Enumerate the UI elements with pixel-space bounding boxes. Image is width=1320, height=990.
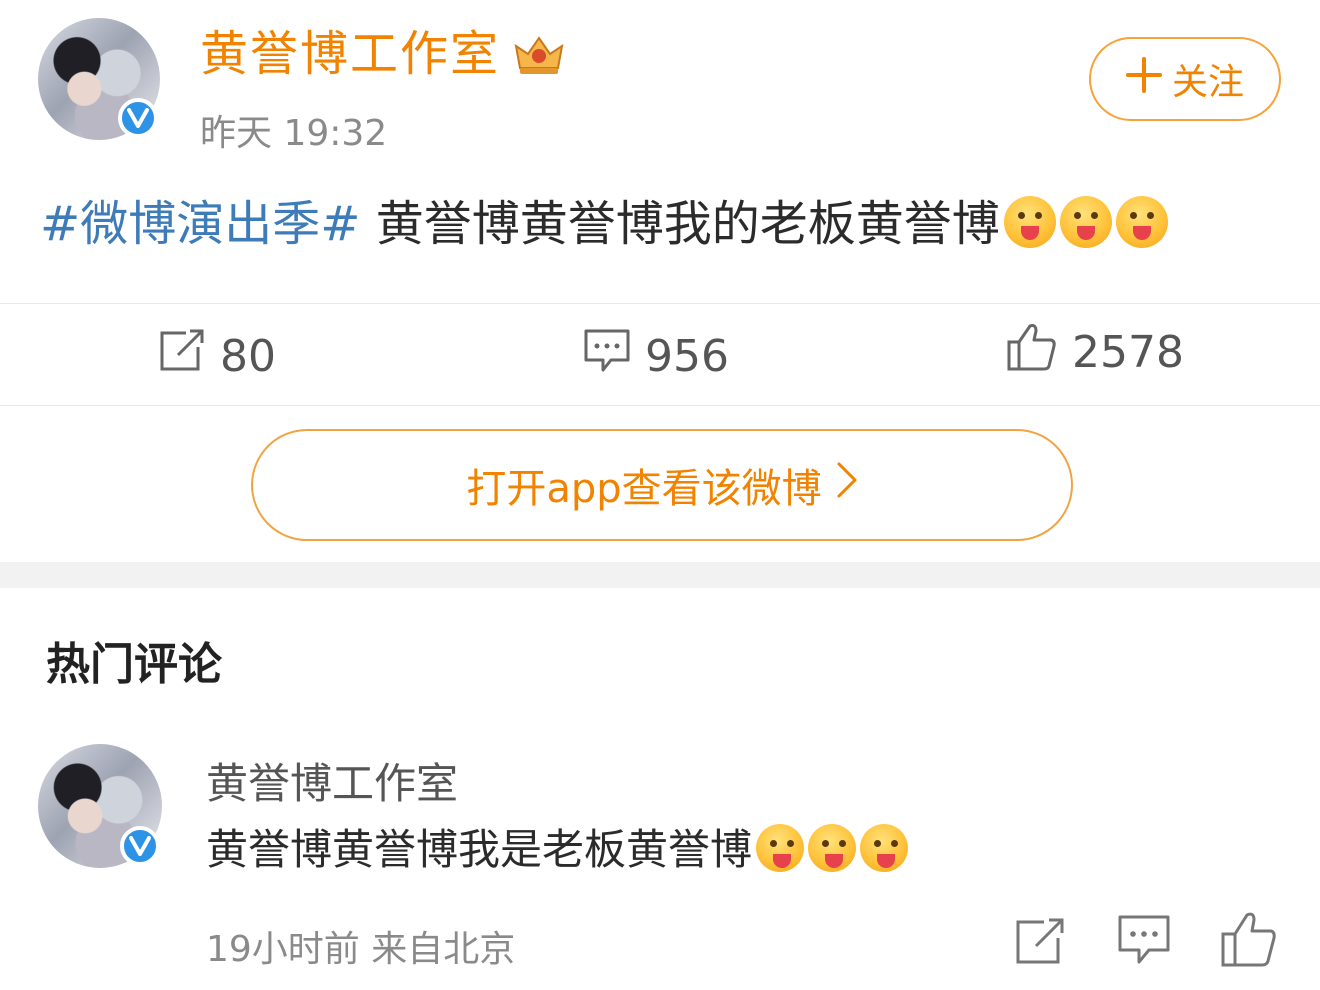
author-avatar[interactable] <box>38 18 160 140</box>
comment-count: 956 <box>645 330 729 382</box>
divider-bottom <box>0 405 1320 406</box>
open-in-app-button[interactable]: 打开app查看该微博 <box>251 429 1073 541</box>
comment-text: 黄誉博黄誉博我是老板黄誉博 <box>206 825 753 874</box>
repost-icon <box>158 329 206 384</box>
thumbs-up-icon <box>1006 322 1058 383</box>
tongue-out-emoji-icon <box>756 824 805 872</box>
open-in-app-label: 打开app查看该微博 <box>466 466 822 512</box>
divider-top <box>0 303 1320 304</box>
tongue-out-emoji-icon <box>808 824 857 872</box>
tongue-out-emoji-icon <box>1115 196 1168 248</box>
comment-like-icon[interactable] <box>1220 910 1278 968</box>
comment-button[interactable]: 956 <box>583 326 729 386</box>
repost-count: 80 <box>220 330 276 382</box>
plus-icon <box>1125 56 1162 102</box>
post-time: 昨天 19:32 <box>200 113 388 154</box>
comment-reply-icon[interactable] <box>1117 914 1171 966</box>
follow-button[interactable]: 关注 <box>1089 37 1281 121</box>
verified-badge-icon <box>118 98 158 138</box>
verified-badge-icon <box>120 826 160 866</box>
like-button[interactable]: 2578 <box>1006 322 1184 382</box>
post-body: #微博演出季# 黄誉博黄誉博我的老板黄誉博 <box>40 194 1168 254</box>
follow-label: 关注 <box>1171 62 1244 103</box>
tongue-out-emoji-icon <box>1059 196 1112 248</box>
commenter-name[interactable]: 黄誉博工作室 <box>206 750 458 811</box>
comment-repost-icon[interactable] <box>1014 918 1066 966</box>
author-name[interactable]: 黄誉博工作室 <box>200 30 500 78</box>
topic-link[interactable]: #微博演出季# <box>40 196 360 252</box>
hot-comments-title: 热门评论 <box>46 639 222 690</box>
comment-meta: 19小时前 来自北京 <box>206 929 516 970</box>
tongue-out-emoji-icon <box>1003 196 1056 248</box>
crown-icon <box>510 32 568 76</box>
commenter-avatar[interactable] <box>38 744 162 868</box>
comment-icon <box>583 328 631 385</box>
comment-body: 黄誉博黄誉博我是老板黄誉博 <box>206 816 909 877</box>
repost-button[interactable]: 80 <box>158 326 276 386</box>
section-separator <box>0 562 1320 588</box>
tongue-out-emoji-icon <box>860 824 909 872</box>
like-count: 2578 <box>1072 326 1184 378</box>
chevron-right-icon <box>836 461 858 509</box>
post-text: 黄誉博黄誉博我的老板黄誉博 <box>360 196 1000 252</box>
